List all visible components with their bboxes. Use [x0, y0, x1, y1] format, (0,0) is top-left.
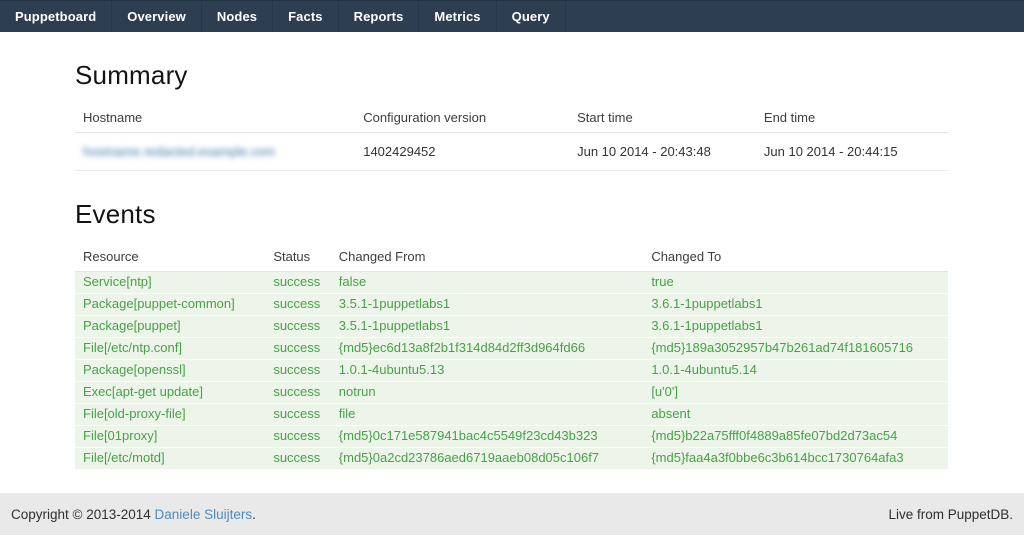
event-status: success — [265, 404, 330, 426]
event-status: success — [265, 272, 330, 294]
event-changed-to: [u'0'] — [643, 382, 948, 404]
footer: Copyright © 2013-2014 Daniele Sluijters.… — [0, 493, 1024, 535]
summary-row: hostname.redacted.example.com 1402429452… — [75, 133, 948, 171]
event-changed-from: {md5}0c171e587941bac4c5549f23cd43b323 — [331, 426, 644, 448]
summary-section-title: Summary — [75, 60, 948, 91]
event-row: Package[puppet] success 3.5.1-1puppetlab… — [75, 316, 948, 338]
copyright-text: Copyright © 2013-2014 — [11, 507, 155, 522]
event-status: success — [265, 448, 330, 470]
event-changed-to: 3.6.1-1puppetlabs1 — [643, 316, 948, 338]
event-status: success — [265, 338, 330, 360]
event-status: success — [265, 294, 330, 316]
event-row: Package[puppet-common] success 3.5.1-1pu… — [75, 294, 948, 316]
event-changed-from: 3.5.1-1puppetlabs1 — [331, 316, 644, 338]
hostname-link-redacted[interactable]: hostname.redacted.example.com — [83, 144, 275, 159]
event-row: File[/etc/motd] success {md5}0a2cd23786a… — [75, 448, 948, 470]
event-resource: File[01proxy] — [75, 426, 265, 448]
summary-start-time-value: Jun 10 2014 - 20:43:48 — [569, 133, 756, 171]
event-changed-from: 1.0.1-4ubuntu5.13 — [331, 360, 644, 382]
event-row: Service[ntp] success false true — [75, 272, 948, 294]
summary-end-time-value: Jun 10 2014 - 20:44:15 — [756, 133, 948, 171]
summary-hostname-cell: hostname.redacted.example.com — [75, 133, 355, 171]
events-section-title: Events — [75, 199, 948, 230]
event-resource: Package[puppet-common] — [75, 294, 265, 316]
nav-item-metrics[interactable]: Metrics — [419, 1, 496, 32]
event-status: success — [265, 426, 330, 448]
nav-item-query[interactable]: Query — [497, 1, 566, 32]
event-resource: Service[ntp] — [75, 272, 265, 294]
event-changed-to: absent — [643, 404, 948, 426]
event-resource: Exec[apt-get update] — [75, 382, 265, 404]
events-col-changed-to: Changed To — [643, 244, 948, 272]
author-link[interactable]: Daniele Sluijters — [155, 507, 253, 522]
event-changed-from: notrun — [331, 382, 644, 404]
event-resource: File[/etc/ntp.conf] — [75, 338, 265, 360]
nav-item-overview[interactable]: Overview — [112, 1, 202, 32]
summary-table: Hostname Configuration version Start tim… — [75, 105, 948, 171]
summary-col-hostname: Hostname — [75, 105, 355, 133]
nav-item-reports[interactable]: Reports — [339, 1, 420, 32]
event-changed-to: {md5}189a3052957b47b261ad74f181605716 — [643, 338, 948, 360]
event-changed-to: 1.0.1-4ubuntu5.14 — [643, 360, 948, 382]
summary-config-version-value: 1402429452 — [355, 133, 569, 171]
event-status: success — [265, 316, 330, 338]
summary-col-start-time: Start time — [569, 105, 756, 133]
event-row: File[/etc/ntp.conf] success {md5}ec6d13a… — [75, 338, 948, 360]
event-resource: File[old-proxy-file] — [75, 404, 265, 426]
summary-col-config-version: Configuration version — [355, 105, 569, 133]
event-resource: File[/etc/motd] — [75, 448, 265, 470]
event-changed-from: {md5}ec6d13a8f2b1f314d84d2ff3d964fd66 — [331, 338, 644, 360]
footer-copyright: Copyright © 2013-2014 Daniele Sluijters. — [11, 507, 256, 522]
event-row: Exec[apt-get update] success notrun [u'0… — [75, 382, 948, 404]
top-navbar: Puppetboard Overview Nodes Facts Reports… — [0, 0, 1024, 32]
event-row: File[01proxy] success {md5}0c171e587941b… — [75, 426, 948, 448]
events-col-resource: Resource — [75, 244, 265, 272]
event-row: Package[openssl] success 1.0.1-4ubuntu5.… — [75, 360, 948, 382]
main-content: Summary Hostname Configuration version S… — [0, 60, 1024, 470]
event-resource: Package[openssl] — [75, 360, 265, 382]
nav-item-puppetboard[interactable]: Puppetboard — [0, 1, 112, 32]
events-header-row: Resource Status Changed From Changed To — [75, 244, 948, 272]
puppetboard-report-page: Puppetboard Overview Nodes Facts Reports… — [0, 0, 1024, 535]
event-changed-to: true — [643, 272, 948, 294]
events-table: Resource Status Changed From Changed To … — [75, 244, 948, 470]
nav-item-facts[interactable]: Facts — [273, 1, 338, 32]
event-changed-to: 3.6.1-1puppetlabs1 — [643, 294, 948, 316]
nav-item-nodes[interactable]: Nodes — [202, 1, 273, 32]
event-changed-from: 3.5.1-1puppetlabs1 — [331, 294, 644, 316]
summary-col-end-time: End time — [756, 105, 948, 133]
event-changed-from: false — [331, 272, 644, 294]
events-col-status: Status — [265, 244, 330, 272]
event-row: File[old-proxy-file] success file absent — [75, 404, 948, 426]
copyright-period: . — [252, 507, 256, 522]
events-col-changed-from: Changed From — [331, 244, 644, 272]
event-changed-from: {md5}0a2cd23786aed6719aaeb08d05c106f7 — [331, 448, 644, 470]
event-status: success — [265, 382, 330, 404]
event-status: success — [265, 360, 330, 382]
event-changed-from: file — [331, 404, 644, 426]
event-resource: Package[puppet] — [75, 316, 265, 338]
event-changed-to: {md5}faa4a3f0bbe6c3b614bcc1730764afa3 — [643, 448, 948, 470]
event-changed-to: {md5}b22a75fff0f4889a85fe07bd2d73ac54 — [643, 426, 948, 448]
summary-header-row: Hostname Configuration version Start tim… — [75, 105, 948, 133]
footer-status: Live from PuppetDB. — [888, 507, 1013, 522]
